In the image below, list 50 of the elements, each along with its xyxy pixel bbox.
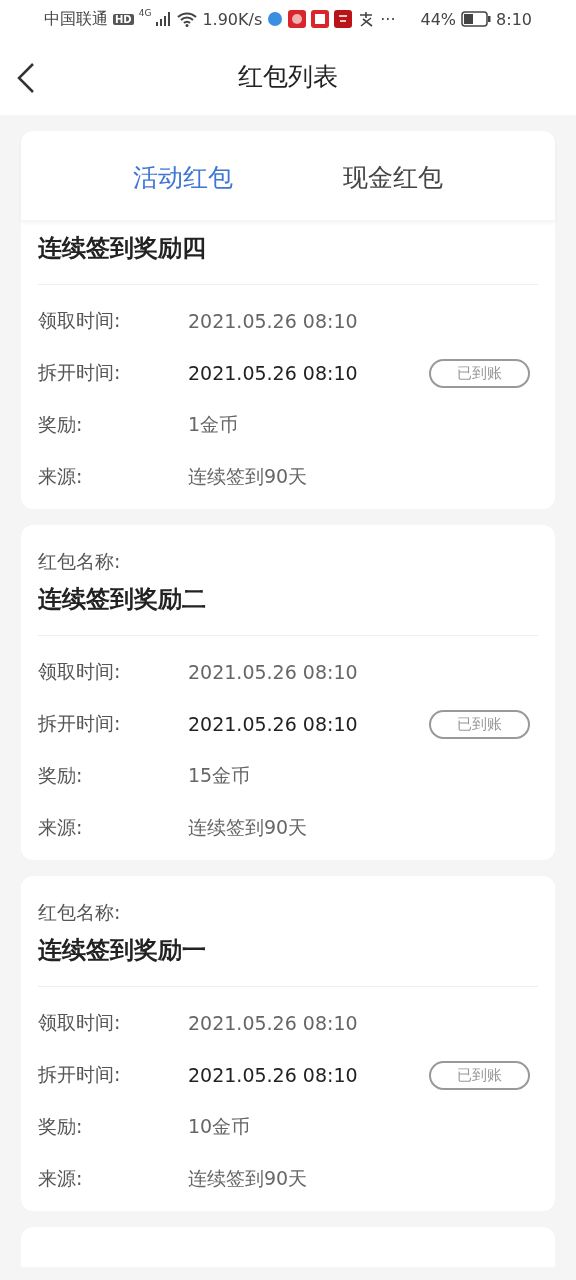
field-value: 连续签到90天 bbox=[188, 1166, 309, 1191]
hd-badge: HD bbox=[113, 13, 134, 25]
field-value: 2021.05.26 08:10 bbox=[188, 310, 359, 332]
field-value: 15金币 bbox=[188, 763, 252, 788]
field-value: 2021.05.26 08:10 bbox=[188, 1064, 359, 1086]
reward-title: 连续签到奖励二 bbox=[38, 583, 538, 636]
field-label: 拆开时间: bbox=[38, 1062, 122, 1087]
tab[interactable]: 现金红包 bbox=[343, 161, 443, 203]
field-value: 10金币 bbox=[188, 1114, 252, 1139]
field-value: 1金币 bbox=[188, 412, 240, 437]
field-label: 来源: bbox=[38, 464, 84, 489]
field-value: 2021.05.26 08:10 bbox=[188, 661, 359, 683]
status-tag: 已到账 bbox=[429, 1060, 530, 1090]
carrier-name: 中国联通 bbox=[44, 8, 108, 30]
field-label: 奖励: bbox=[38, 412, 84, 437]
name-label: 红包名称: bbox=[38, 900, 122, 925]
status-tag: 已到账 bbox=[429, 358, 530, 388]
page-title: 红包列表 bbox=[238, 61, 338, 93]
field-label: 领取时间: bbox=[38, 659, 122, 684]
book-icon bbox=[311, 10, 330, 28]
field-label: 领取时间: bbox=[38, 1010, 122, 1035]
field-value: 2021.05.26 08:10 bbox=[188, 1012, 359, 1034]
network-type: 4G bbox=[138, 8, 152, 18]
battery-percent: 44% bbox=[420, 9, 457, 29]
reward-title: 连续签到奖励四 bbox=[38, 232, 538, 285]
field-value: 2021.05.26 08:10 bbox=[188, 362, 359, 384]
more-notifications: ··· bbox=[380, 9, 396, 29]
field-value: 2021.05.26 08:10 bbox=[188, 713, 359, 735]
field-label: 奖励: bbox=[38, 1114, 84, 1139]
app-icon bbox=[288, 10, 307, 28]
field-label: 来源: bbox=[38, 815, 84, 840]
reward-title: 连续签到奖励一 bbox=[38, 934, 538, 987]
field-value: 连续签到90天 bbox=[188, 464, 309, 489]
field-label: 奖励: bbox=[38, 763, 84, 788]
field-value: 连续签到90天 bbox=[188, 815, 309, 840]
status-tag: 已到账 bbox=[429, 709, 530, 739]
network-speed: 1.90K/s bbox=[202, 9, 263, 29]
field-label: 领取时间: bbox=[38, 308, 122, 333]
app-icon bbox=[334, 10, 353, 28]
battery-icon bbox=[461, 11, 492, 27]
field-label: 拆开时间: bbox=[38, 711, 122, 736]
app-icon bbox=[267, 11, 284, 27]
wifi-icon bbox=[177, 11, 198, 27]
tab[interactable]: 活动红包 bbox=[133, 161, 233, 203]
clock-time: 8:10 bbox=[496, 9, 532, 29]
signal-icon bbox=[156, 12, 173, 26]
name-label: 红包名称: bbox=[38, 549, 122, 574]
field-label: 来源: bbox=[38, 1166, 84, 1191]
back-icon[interactable] bbox=[16, 62, 36, 94]
field-label: 拆开时间: bbox=[38, 360, 122, 385]
